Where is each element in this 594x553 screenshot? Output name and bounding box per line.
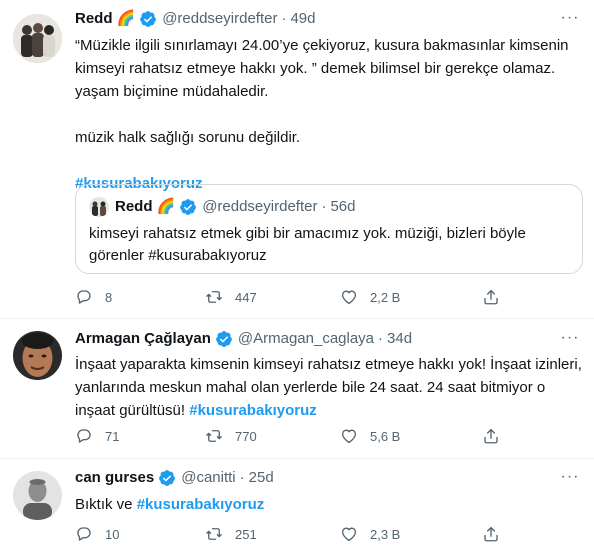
retweet-count: 447 [235,289,257,305]
hashtag-link[interactable]: #kusurabakıyoruz [189,402,317,419]
reply-button[interactable]: 10 [75,525,119,543]
quote-avatar [89,197,109,217]
retweet-icon [205,525,223,543]
quote-text: kimseyi rahatsız etmek gibi bir amacımız… [89,225,526,264]
rainbow-emoji: 🌈 [156,198,176,215]
share-icon [482,288,500,306]
author-handle[interactable]: @reddseyirdefter [162,9,277,29]
like-icon [340,288,358,306]
tweet-actions: 71 770 5,6 B [75,427,515,449]
reply-icon [75,427,93,445]
tweet[interactable]: can gurses @canitti · 25d ··· Bıktık ve … [0,459,594,553]
avatar[interactable] [13,331,62,380]
retweet-icon [205,288,223,306]
separator-dot: · [321,198,327,215]
quote-author-name: Redd [115,198,153,215]
tweet-text: “Müzikle ilgili sınırlamayı 24.00’ye çek… [75,34,585,195]
reply-count: 71 [105,428,120,444]
like-count: 5,6 B [370,428,401,444]
verified-icon [215,330,233,348]
share-icon [482,525,500,543]
more-icon[interactable]: ··· [560,330,580,352]
more-icon[interactable]: ··· [560,10,580,32]
tweet-time[interactable]: 25d [249,468,274,488]
tweet[interactable]: Armagan Çağlayan @Armagan_caglaya · 34d … [0,319,594,459]
share-button[interactable] [482,525,512,543]
author-name[interactable]: Redd [75,9,113,29]
quoted-tweet[interactable]: Redd 🌈 @reddseyirdefter · 56d kimseyi ra… [75,184,583,274]
avatar[interactable] [13,471,62,520]
retweet-button[interactable]: 770 [205,427,257,445]
share-icon [482,427,500,445]
author-name[interactable]: can gurses [75,468,154,488]
more-icon[interactable]: ··· [560,469,580,491]
retweet-button[interactable]: 447 [205,288,257,306]
like-icon [340,525,358,543]
author-handle[interactable]: @canitti [181,468,235,488]
tweet-time[interactable]: 34d [387,329,412,349]
verified-icon [139,10,157,28]
retweet-count: 251 [235,526,257,542]
reply-icon [75,525,93,543]
tweet-time[interactable]: 49d [290,9,315,29]
reply-icon [75,288,93,306]
separator-dot: · [378,330,384,347]
like-button[interactable]: 2,3 B [340,525,400,543]
retweet-icon [205,427,223,445]
like-count: 2,3 B [370,526,401,542]
hashtag-link[interactable]: #kusurabakıyoruz [137,496,265,513]
tweet-body: “Müzikle ilgili sınırlamayı 24.00’ye çek… [75,37,569,146]
reply-count: 8 [105,289,113,305]
tweet-body: İnşaat yaparakta kimsenin kimseyi rahats… [75,356,587,419]
tweet[interactable]: Redd 🌈 @reddseyirdefter · 49d ··· “Müzik… [0,0,594,319]
share-button[interactable] [482,427,512,445]
retweet-count: 770 [235,428,257,444]
avatar[interactable] [13,14,62,63]
rainbow-emoji: 🌈 [116,10,136,27]
author-name[interactable]: Armagan Çağlayan [75,329,211,349]
quote-time: 56d [330,198,356,215]
like-icon [340,427,358,445]
like-count: 2,2 B [370,289,401,305]
separator-dot: · [239,469,245,486]
like-button[interactable]: 5,6 B [340,427,400,445]
reply-count: 10 [105,526,120,542]
tweet-body: Bıktık ve [75,496,137,513]
retweet-button[interactable]: 251 [205,525,257,543]
tweet-text: İnşaat yaparakta kimsenin kimseyi rahats… [75,353,585,422]
verified-icon [179,198,197,216]
author-handle[interactable]: @Armagan_caglaya [238,329,374,349]
reply-button[interactable]: 8 [75,288,112,306]
tweet-actions: 8 447 2,2 B [75,288,515,310]
share-button[interactable] [482,288,512,306]
reply-button[interactable]: 71 [75,427,119,445]
quote-author-handle: @reddseyirdefter [202,198,318,215]
like-button[interactable]: 2,2 B [340,288,400,306]
verified-icon [158,469,176,487]
tweet-actions: 10 251 2,3 B [75,525,515,547]
tweet-text: Bıktık ve #kusurabakıyoruz [75,493,585,516]
separator-dot: · [281,10,287,27]
